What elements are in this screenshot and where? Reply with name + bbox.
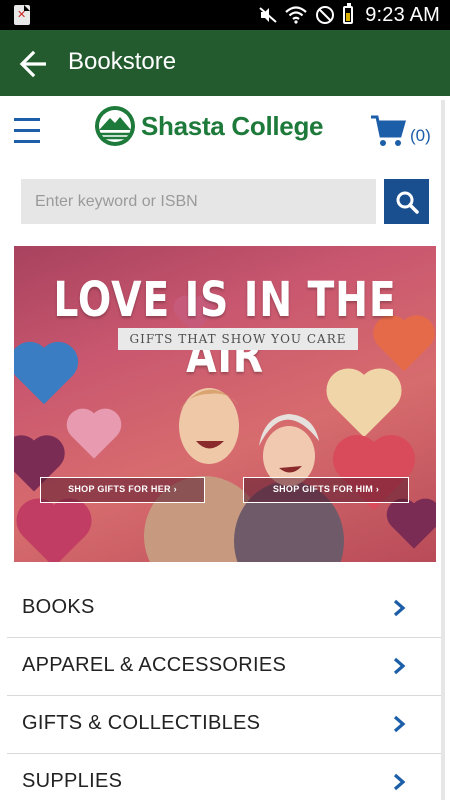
category-label: SUPPLIES	[22, 770, 123, 792]
search-icon	[396, 191, 419, 214]
banner-subtitle: GIFTS THAT SHOW YOU CARE	[118, 328, 358, 350]
status-bar: ✕ 9:23 AM	[0, 0, 450, 30]
couple-photo	[144, 388, 344, 562]
heart-decoration	[391, 503, 436, 549]
heart-decoration	[22, 504, 86, 562]
hamburger-icon[interactable]	[14, 118, 42, 150]
category-item-apparel[interactable]: APPAREL & ACCESSORIES	[7, 638, 441, 696]
status-icons: 9:23 AM	[259, 0, 440, 30]
chevron-right-icon	[393, 773, 406, 791]
shopping-cart-icon	[371, 115, 406, 146]
category-label: GIFTS & COLLECTIBLES	[22, 712, 261, 734]
cart-count: (0)	[410, 126, 431, 145]
category-list: BOOKS APPAREL & ACCESSORIES GIFTS & COLL…	[7, 580, 441, 811]
chevron-right-icon	[393, 599, 406, 617]
category-label: APPAREL & ACCESSORIES	[22, 654, 287, 676]
category-item-gifts[interactable]: GIFTS & COLLECTIBLES	[7, 696, 441, 754]
logo-text: Shasta College	[141, 110, 324, 141]
no-sim-icon	[316, 6, 335, 24]
wifi-icon	[285, 6, 307, 24]
category-item-supplies[interactable]: SUPPLIES	[7, 754, 441, 811]
promo-banner[interactable]: LOVE IS IN THE AIR GIFTS THAT SHOW YOU C…	[14, 246, 436, 562]
chevron-right-icon	[393, 657, 406, 675]
logo[interactable]: Shasta College	[93, 104, 324, 148]
search-button[interactable]	[384, 179, 429, 224]
mountain-logo-icon	[95, 106, 135, 146]
battery-icon	[343, 3, 354, 24]
search-input[interactable]	[21, 179, 376, 224]
chevron-right-icon	[393, 715, 406, 733]
category-item-books[interactable]: BOOKS	[7, 580, 441, 638]
category-label: BOOKS	[22, 596, 95, 618]
shop-gifts-for-her-button[interactable]: SHOP GIFTS FOR HER ›	[40, 477, 205, 503]
heart-decoration	[71, 413, 117, 459]
shop-gifts-for-him-button[interactable]: SHOP GIFTS FOR HIM ›	[243, 477, 409, 503]
app-bar: Bookstore	[0, 30, 450, 96]
arrow-left-icon[interactable]	[18, 48, 50, 80]
mute-icon	[259, 7, 277, 23]
app-title: Bookstore	[68, 48, 177, 75]
scrollbar[interactable]	[441, 100, 445, 800]
status-time: 9:23 AM	[365, 3, 440, 26]
cart-button[interactable]: (0)	[370, 114, 431, 148]
app-error-icon: ✕	[14, 5, 30, 25]
